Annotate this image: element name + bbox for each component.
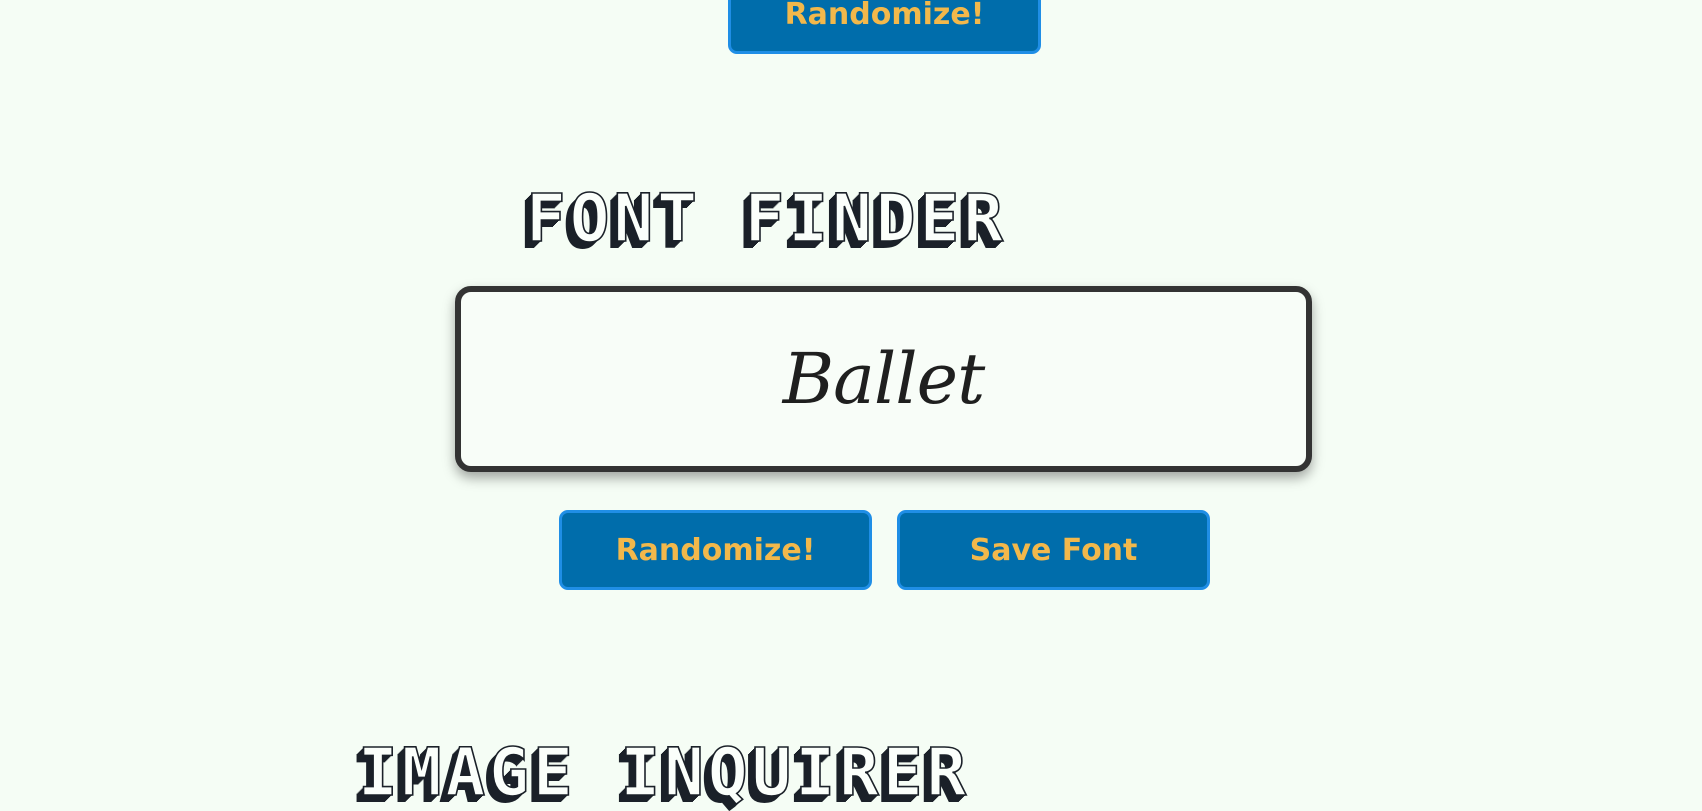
font-preview-box: Ballet [455, 286, 1312, 472]
image-inquirer-title: IMAGE INQUIRER [357, 734, 971, 811]
save-font-button[interactable]: Save Font [897, 510, 1210, 590]
font-preview-text: Ballet [782, 338, 986, 420]
font-finder-title: FONT FINDER [525, 180, 1008, 257]
randomize-image-button[interactable]: Randomize! [728, 0, 1041, 54]
randomize-font-button[interactable]: Randomize! [559, 510, 872, 590]
